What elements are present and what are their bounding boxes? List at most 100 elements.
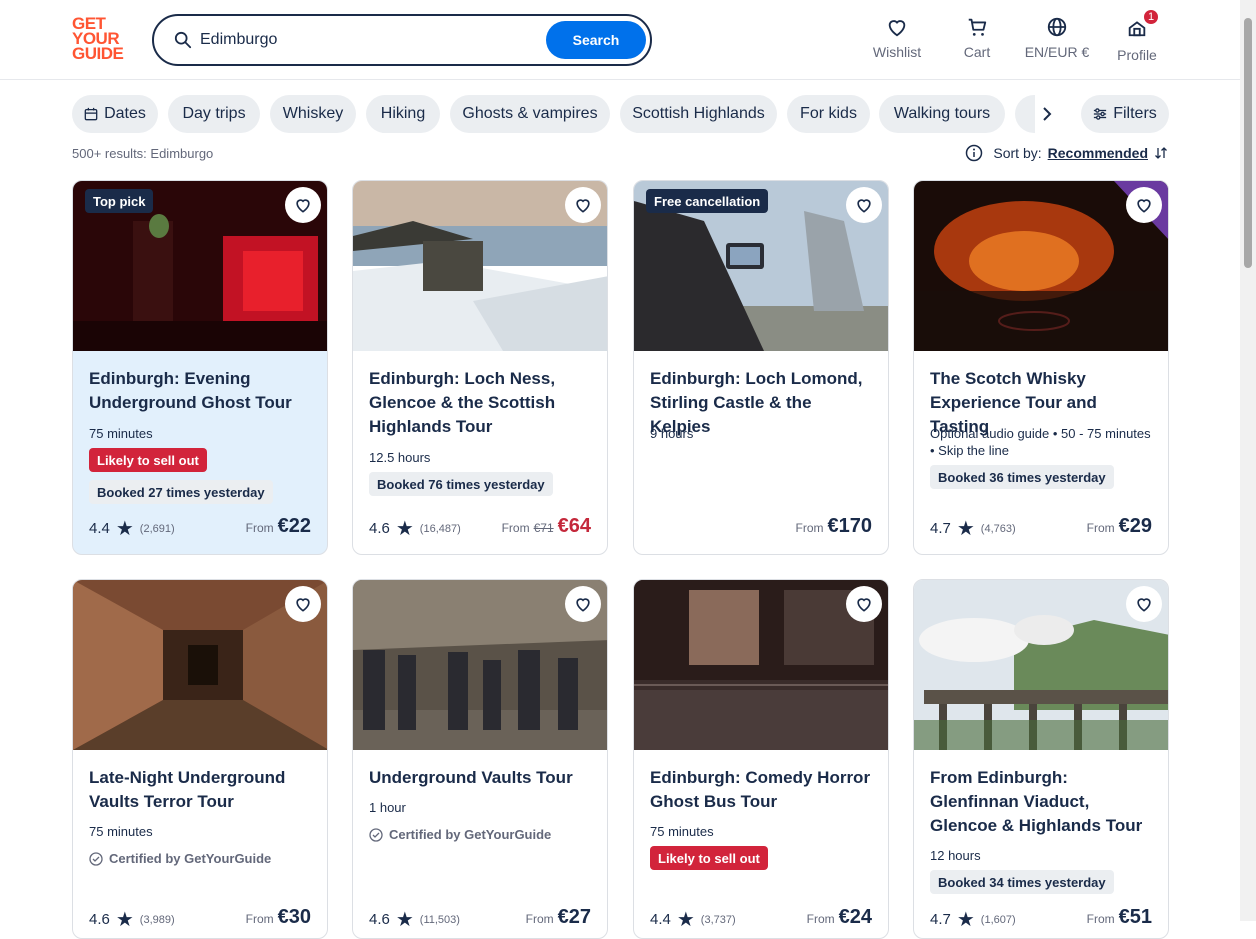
chip-ghosts-vampires[interactable]: Ghosts & vampires: [450, 95, 610, 133]
results-count: 500+ results: Edimburgo: [72, 146, 214, 161]
activity-title[interactable]: From Edinburgh: Glenfinnan Viaduct, Glen…: [930, 766, 1156, 838]
chip-day-trips[interactable]: Day trips: [168, 95, 260, 133]
profile-icon-wrap: 1: [1126, 8, 1160, 47]
rating-value: 4.6: [369, 520, 390, 537]
certified-text: Certified by GetYourGuide: [389, 827, 552, 842]
booked-badge: Booked 27 times yesterday: [89, 480, 273, 504]
chip-dates-label: Dates: [104, 105, 146, 122]
rating-value: 4.4: [89, 520, 110, 537]
price-value: €22: [277, 515, 311, 537]
chip-hiking[interactable]: Hiking: [366, 95, 440, 133]
search-input[interactable]: [200, 28, 530, 52]
old-price: €71: [533, 521, 554, 535]
chip-dates[interactable]: Dates: [72, 95, 158, 133]
activity-title[interactable]: Edinburgh: Evening Underground Ghost Tou…: [89, 367, 315, 415]
certified-label: Certified by GetYourGuide: [369, 827, 551, 842]
price-value: €170: [827, 515, 873, 537]
filter-chips: Dates Day trips Whiskey Hiking Ghosts & …: [72, 95, 1172, 133]
star-icon: ★: [956, 518, 975, 540]
profile-label: Profile: [1117, 47, 1157, 63]
rating-value: 4.6: [89, 911, 110, 928]
activity-card[interactable]: Top pick Edinburgh: Evening Underground …: [72, 180, 328, 555]
wishlist-heart-button[interactable]: [565, 586, 601, 622]
filters-label: Filters: [1113, 105, 1157, 122]
search-icon: [174, 31, 192, 49]
activity-duration: 12.5 hours: [369, 450, 431, 465]
booked-badge: Booked 34 times yesterday: [930, 870, 1114, 894]
rating: 4.7 ★ (1,607): [930, 907, 1016, 932]
sort-arrows-icon: [1155, 147, 1167, 159]
certified-label: Certified by GetYourGuide: [89, 851, 271, 866]
activity-title[interactable]: Edinburgh: Comedy Horror Ghost Bus Tour: [650, 766, 876, 814]
activity-title[interactable]: Late-Night Underground Vaults Terror Tou…: [89, 766, 315, 814]
price-from: From: [245, 521, 274, 535]
review-count: (3,989): [139, 913, 175, 926]
activity-card[interactable]: Edinburgh: Loch Ness, Glencoe & the Scot…: [352, 180, 608, 555]
price-value: €29: [1118, 515, 1152, 537]
activity-card[interactable]: From Edinburgh: Glenfinnan Viaduct, Glen…: [913, 579, 1169, 939]
wishlist-heart-button[interactable]: [846, 187, 882, 223]
sort-value[interactable]: Recommended: [1048, 145, 1148, 161]
chip-scottish-highlands[interactable]: Scottish Highlands: [620, 95, 777, 133]
activity-duration: 75 minutes: [89, 824, 153, 839]
chip-for-kids[interactable]: For kids: [787, 95, 870, 133]
getyourguide-logo[interactable]: GET YOUR GUIDE: [72, 15, 130, 64]
activity-card[interactable]: Free cancellation Edinburgh: Loch Lomond…: [633, 180, 889, 555]
price-from: From: [245, 912, 274, 926]
cart-label: Cart: [963, 44, 991, 60]
activity-title[interactable]: Underground Vaults Tour: [369, 766, 595, 790]
price-value: €51: [1118, 906, 1152, 928]
wishlist-heart-button[interactable]: [285, 187, 321, 223]
wishlist-heart-button[interactable]: [846, 586, 882, 622]
scrollbar[interactable]: [1240, 0, 1256, 921]
wishlist-heart-button[interactable]: [285, 586, 321, 622]
chip-whiskey[interactable]: Whiskey: [270, 95, 356, 133]
filters-button[interactable]: Filters: [1081, 95, 1169, 133]
rating: 4.6 ★ (3,989): [89, 907, 175, 932]
activity-card[interactable]: Late-Night Underground Vaults Terror Tou…: [72, 579, 328, 939]
language-currency-nav[interactable]: EN/EUR €: [1022, 16, 1092, 66]
wishlist-heart-button[interactable]: [1126, 586, 1162, 622]
wishlist-label: Wishlist: [872, 44, 922, 60]
star-icon: ★: [395, 518, 414, 540]
review-count: (1,607): [980, 913, 1016, 926]
cart-nav[interactable]: Cart: [957, 16, 997, 66]
wishlist-heart-button[interactable]: [565, 187, 601, 223]
price: From €29: [1087, 515, 1152, 538]
rating: 4.7 ★ (4,763): [930, 516, 1016, 541]
heart-icon: [1137, 598, 1151, 612]
rating-value: 4.4: [650, 911, 671, 928]
scrollbar-thumb[interactable]: [1244, 18, 1252, 268]
rating: 4.4 ★ (3,737): [650, 907, 736, 932]
heart-icon: [576, 598, 590, 612]
price-from: From: [525, 912, 554, 926]
activity-card[interactable]: Underground Vaults Tour 1 hour Certified…: [352, 579, 608, 939]
sell-out-badge: Likely to sell out: [650, 846, 768, 870]
profile-nav[interactable]: 1 Profile: [1115, 8, 1160, 66]
activity-duration: 1 hour: [369, 800, 406, 815]
activity-title[interactable]: Edinburgh: Loch Ness, Glencoe & the Scot…: [369, 367, 595, 439]
price-from: From: [501, 521, 530, 535]
price: From €30: [246, 906, 311, 929]
chip-walking-tours[interactable]: Walking tours: [879, 95, 1005, 133]
price-value: €30: [277, 906, 311, 928]
header: GETYOURGUIDE Search Wishlist Cart EN/EUR…: [0, 0, 1256, 80]
rating: 4.6 ★ (16,487): [369, 516, 461, 541]
price: From €170: [796, 515, 873, 538]
activity-card[interactable]: Edinburgh: Comedy Horror Ghost Bus Tour …: [633, 579, 889, 939]
wishlist-nav[interactable]: Wishlist: [872, 16, 922, 66]
top-pick-tag: Top pick: [85, 189, 154, 213]
search-button[interactable]: Search: [546, 21, 646, 59]
chevron-right-icon[interactable]: [1032, 95, 1062, 133]
heart-icon: [857, 598, 871, 612]
sort-control[interactable]: Sort by: Recommended: [965, 144, 1168, 162]
activity-duration: 75 minutes: [650, 824, 714, 839]
info-icon[interactable]: [965, 144, 983, 162]
price-from: From: [1086, 912, 1115, 926]
review-count: (16,487): [419, 522, 461, 535]
price: From €51: [1087, 906, 1152, 929]
wishlist-heart-button[interactable]: [1126, 187, 1162, 223]
price: From €24: [807, 906, 872, 929]
activity-details: Optional audio guide • 50 - 75 minutes •…: [930, 426, 1151, 458]
activity-card[interactable]: The Scotch Whisky Experience Tour and Ta…: [913, 180, 1169, 555]
